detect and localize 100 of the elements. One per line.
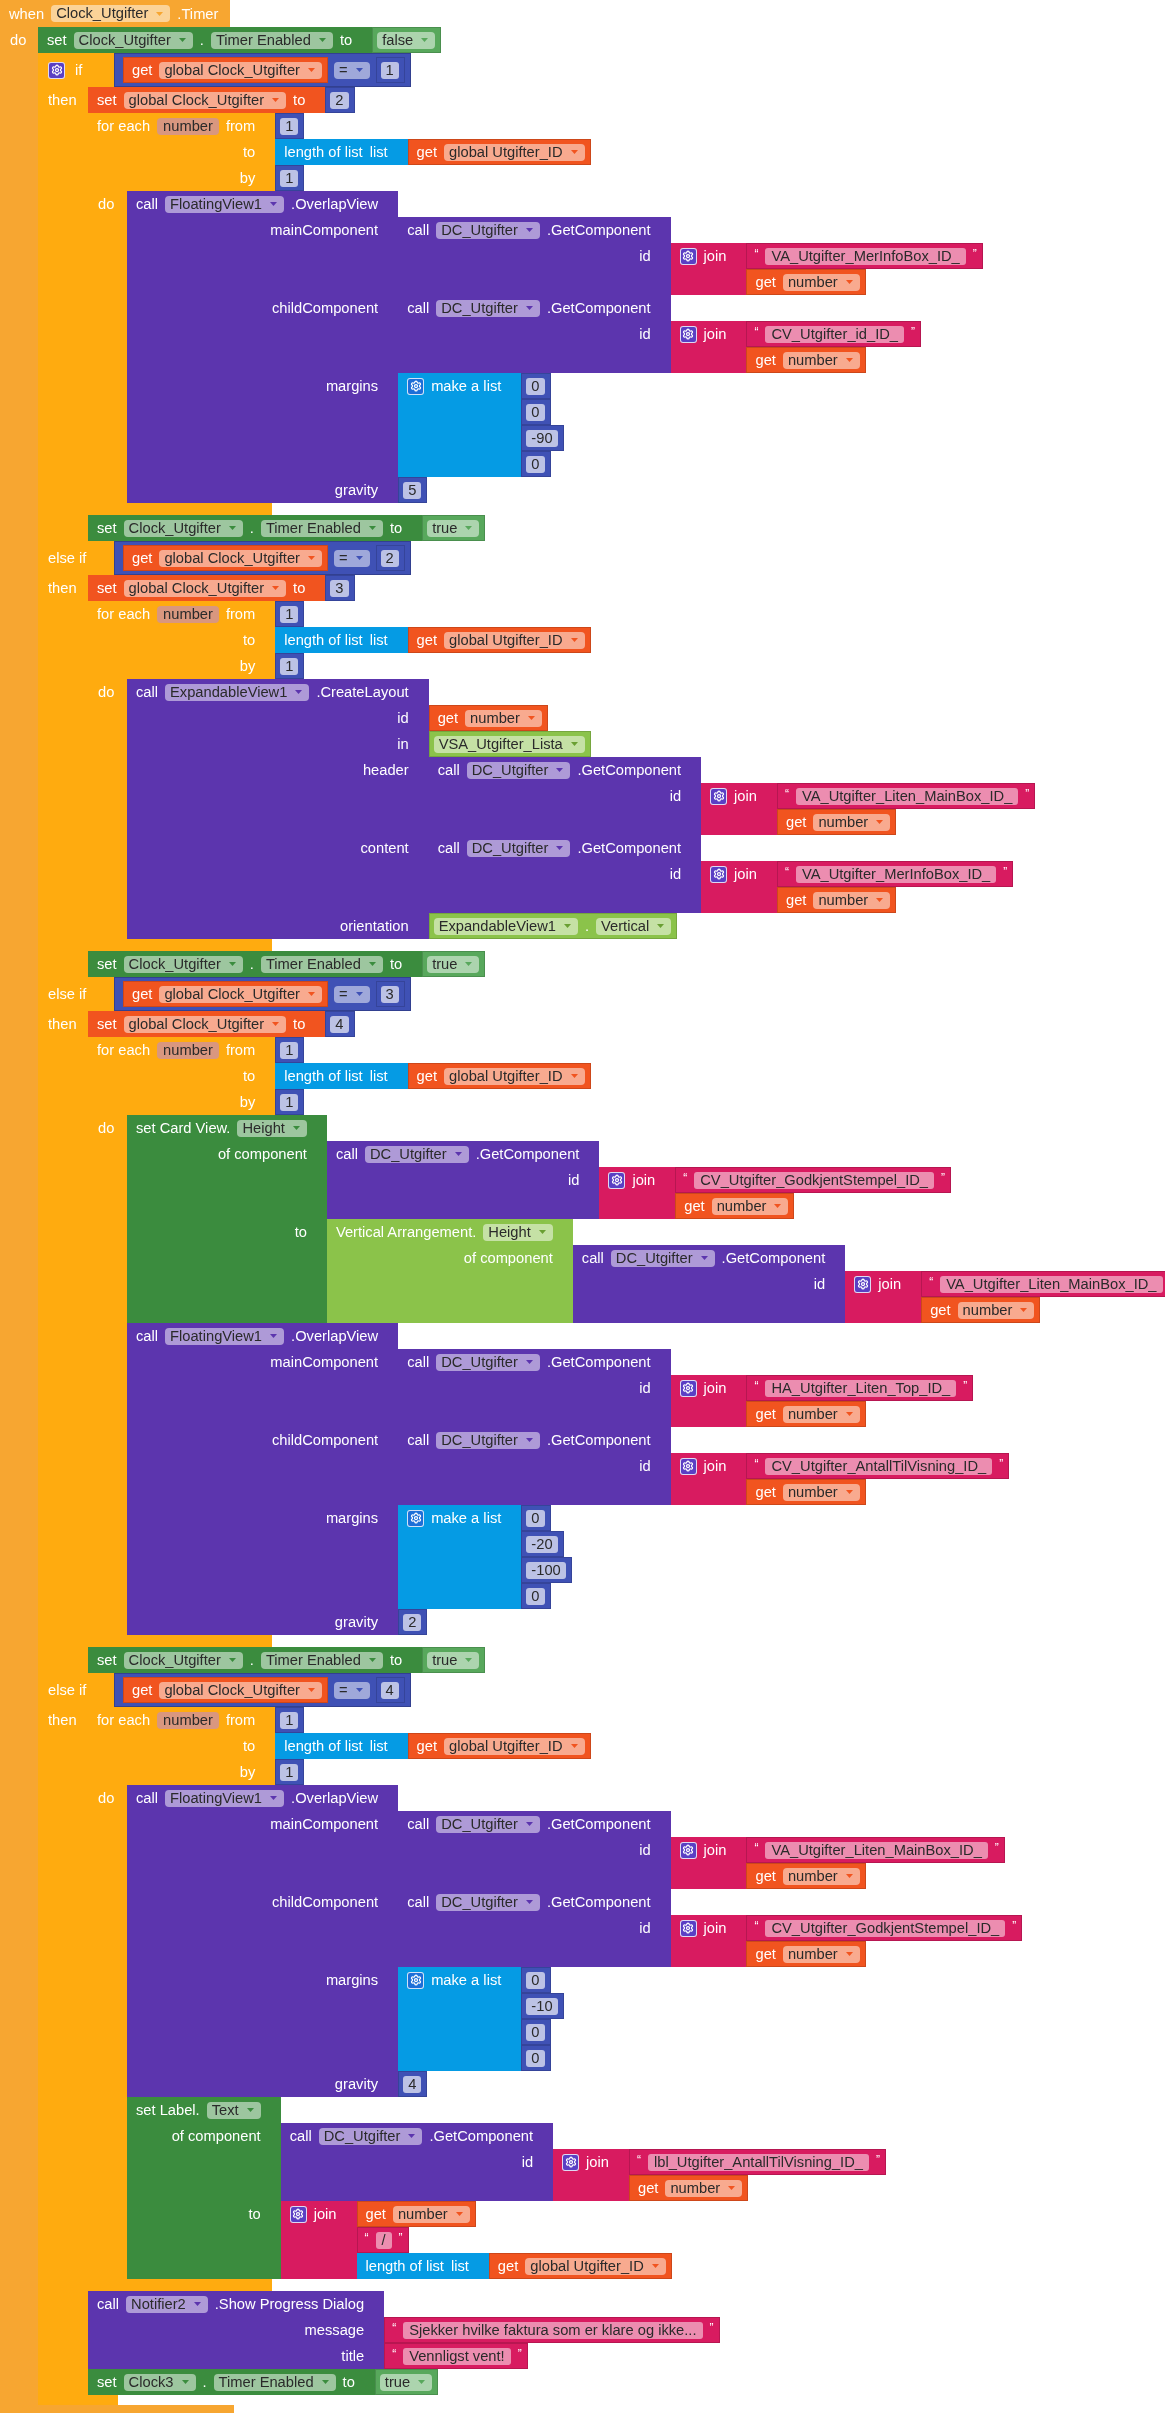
dropdown-field[interactable]: Clock_Utgifter: [123, 955, 243, 973]
string-field[interactable]: lbl_Utgifter_AntallTilVisning_ID_: [648, 2153, 869, 2171]
dropdown-field[interactable]: ExpandableView1: [165, 683, 310, 701]
dropdown-field[interactable]: Clock_Utgifter: [73, 31, 193, 49]
dropdown-field[interactable]: true: [427, 955, 480, 973]
numeral-field[interactable]: 4: [403, 2075, 422, 2093]
string-field[interactable]: VA_Utgifter_Liten_MainBox_ID_: [765, 1841, 988, 1859]
dropdown-field[interactable]: true: [379, 2373, 433, 2391]
dropdown-field[interactable]: DC_Utgifter: [436, 221, 540, 239]
dropdown-field[interactable]: DC_Utgifter: [318, 2127, 423, 2145]
dropdown-field[interactable]: global Clock_Utgifter: [159, 985, 322, 1003]
numeral-field[interactable]: 0: [526, 2023, 545, 2041]
dropdown-field[interactable]: Height: [483, 1223, 553, 1241]
dropdown-field[interactable]: DC_Utgifter: [436, 1815, 540, 1833]
numeral-field[interactable]: 1: [380, 61, 399, 79]
numeral-field[interactable]: 3: [380, 985, 399, 1003]
dropdown-field[interactable]: FloatingView1: [165, 1789, 285, 1807]
dropdown-field[interactable]: global Clock_Utgifter: [123, 91, 287, 109]
dropdown-field[interactable]: false: [377, 31, 436, 49]
dropdown-field[interactable]: Timer Enabled: [210, 31, 333, 49]
numeral-field[interactable]: 0: [526, 455, 545, 473]
numeral-field[interactable]: 0: [526, 377, 545, 395]
dropdown-field[interactable]: ExpandableView1: [433, 917, 578, 935]
numeral-field[interactable]: 1: [280, 1041, 299, 1059]
dropdown-field[interactable]: DC_Utgifter: [364, 1145, 469, 1163]
numeral-field[interactable]: 3: [330, 579, 349, 597]
dropdown-field[interactable]: =: [333, 549, 370, 567]
dropdown-field[interactable]: DC_Utgifter: [436, 1353, 540, 1371]
string-field[interactable]: /: [375, 2231, 392, 2249]
numeral-field[interactable]: 2: [403, 1613, 422, 1631]
dropdown-field[interactable]: global Clock_Utgifter: [159, 549, 322, 567]
dropdown-field[interactable]: true: [427, 1651, 480, 1669]
dropdown-field[interactable]: global Clock_Utgifter: [159, 61, 322, 79]
dropdown-field[interactable]: FloatingView1: [165, 1327, 285, 1345]
numeral-field[interactable]: 2: [380, 549, 399, 567]
numeral-field[interactable]: 1: [280, 1093, 299, 1111]
numeral-field[interactable]: 5: [403, 481, 422, 499]
dropdown-field[interactable]: number: [665, 2179, 743, 2197]
numeral-field[interactable]: 4: [330, 1015, 349, 1033]
string-field[interactable]: HA_Utgifter_Liten_Top_ID_: [765, 1379, 957, 1397]
numeral-field[interactable]: 1: [280, 1763, 299, 1781]
dropdown-field[interactable]: number: [813, 813, 891, 831]
dropdown-field[interactable]: global Utgifter_ID: [525, 2257, 666, 2275]
dropdown-field[interactable]: DC_Utgifter: [436, 1431, 540, 1449]
dropdown-field[interactable]: Clock3: [123, 2373, 196, 2391]
numeral-field[interactable]: 2: [330, 91, 349, 109]
dropdown-field[interactable]: Clock_Utgifter: [123, 519, 243, 537]
dropdown-field[interactable]: FloatingView1: [165, 195, 285, 213]
string-field[interactable]: Sjekker hvilke faktura som er klare og ikke...: [403, 2321, 703, 2339]
string-field[interactable]: CV_Utgifter_GodkjentStempel_ID_: [765, 1919, 1006, 1937]
dropdown-field[interactable]: Vertical: [596, 917, 672, 935]
dropdown-field[interactable]: Timer Enabled: [213, 2373, 336, 2391]
dropdown-field[interactable]: Clock_Utgifter: [123, 1651, 243, 1669]
dropdown-field[interactable]: =: [333, 61, 370, 79]
dropdown-field[interactable]: number: [782, 1405, 860, 1423]
numeral-field[interactable]: 0: [526, 1509, 545, 1527]
dropdown-field[interactable]: DC_Utgifter: [466, 761, 571, 779]
dropdown-field[interactable]: global Utgifter_ID: [444, 631, 585, 649]
numeral-field[interactable]: -20: [526, 1535, 558, 1553]
string-field[interactable]: VA_Utgifter_Liten_MainBox_ID_: [796, 787, 1019, 805]
dropdown-field[interactable]: =: [333, 985, 370, 1003]
dropdown-field[interactable]: VSA_Utgifter_Lista: [433, 735, 585, 753]
numeral-field[interactable]: 1: [280, 117, 299, 135]
dropdown-field[interactable]: DC_Utgifter: [436, 299, 540, 317]
string-field[interactable]: CV_Utgifter_AntallTilVisning_ID_: [765, 1457, 993, 1475]
dropdown-field[interactable]: Timer Enabled: [260, 955, 383, 973]
dropdown-field[interactable]: global Utgifter_ID: [444, 1067, 585, 1085]
dropdown-field[interactable]: number: [711, 1197, 789, 1215]
dropdown-field[interactable]: number: [782, 1483, 860, 1501]
numeral-field[interactable]: -90: [526, 429, 558, 447]
dropdown-field[interactable]: number: [782, 351, 860, 369]
dropdown-field[interactable]: =: [333, 1681, 370, 1699]
numeral-field[interactable]: 1: [280, 1711, 299, 1729]
dropdown-field[interactable]: number: [465, 709, 542, 727]
dropdown-field[interactable]: DC_Utgifter: [610, 1249, 715, 1267]
numeral-field[interactable]: 1: [280, 605, 299, 623]
dropdown-field[interactable]: DC_Utgifter: [436, 1893, 540, 1911]
dropdown-field[interactable]: number: [782, 1867, 860, 1885]
string-field[interactable]: VA_Utgifter_Liten_MainBox_ID_: [940, 1275, 1163, 1293]
string-field[interactable]: CV_Utgifter_id_ID_: [765, 325, 904, 343]
numeral-field[interactable]: 1: [280, 169, 299, 187]
dropdown-field[interactable]: DC_Utgifter: [466, 839, 571, 857]
dropdown-field[interactable]: global Utgifter_ID: [444, 1737, 585, 1755]
numeral-field[interactable]: 0: [526, 1971, 545, 1989]
string-field[interactable]: Vennligst vent!: [403, 2347, 511, 2365]
dropdown-field[interactable]: number: [782, 273, 860, 291]
gear-icon[interactable]: [48, 61, 65, 79]
dropdown-field[interactable]: number: [957, 1301, 1035, 1319]
numeral-field[interactable]: 4: [380, 1681, 399, 1699]
numeral-field[interactable]: -100: [526, 1561, 566, 1579]
string-field[interactable]: VA_Utgifter_MerInfoBox_ID_: [796, 865, 997, 883]
dropdown-field[interactable]: global Utgifter_ID: [444, 143, 585, 161]
dropdown-field[interactable]: Clock_Utgifter: [51, 5, 171, 22]
dropdown-field[interactable]: number: [392, 2205, 470, 2223]
dropdown-field[interactable]: global Clock_Utgifter: [123, 1015, 287, 1033]
string-field[interactable]: VA_Utgifter_MerInfoBox_ID_: [765, 247, 966, 265]
dropdown-field[interactable]: Timer Enabled: [260, 519, 383, 537]
dropdown-field[interactable]: true: [427, 519, 480, 537]
dropdown-field[interactable]: global Clock_Utgifter: [159, 1681, 322, 1699]
numeral-field[interactable]: 1: [280, 657, 299, 675]
